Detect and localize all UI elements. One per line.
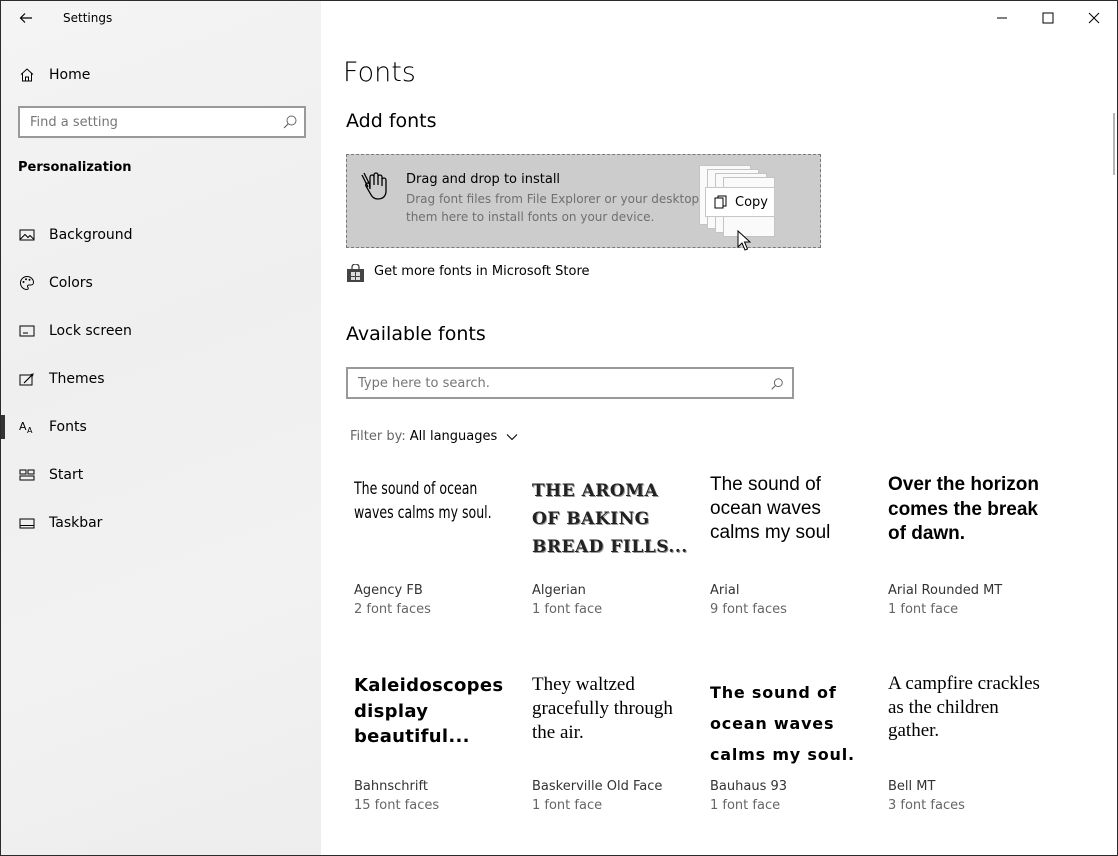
copy-label: Copy xyxy=(735,194,768,210)
language-filter-dropdown[interactable]: Filter by: All languages xyxy=(350,429,519,444)
sidebar-item-lock-screen[interactable]: Lock screen xyxy=(1,307,321,355)
font-name: Algerian xyxy=(532,583,586,598)
settings-window: Settings Home Personalization xyxy=(0,0,1118,856)
settings-search-input[interactable] xyxy=(20,109,270,135)
font-name: Arial xyxy=(710,583,740,598)
font-face-count: 2 font faces xyxy=(354,602,431,617)
search-icon[interactable] xyxy=(770,376,784,395)
font-sample: Over the horizon comes the break of dawn… xyxy=(888,474,1039,544)
sidebar-item-label: Fonts xyxy=(49,419,87,435)
copy-tooltip: Copy xyxy=(705,187,775,217)
font-tile-bell-mt[interactable]: A campfire crackles as the children gath… xyxy=(888,672,1058,832)
font-face-count: 1 font face xyxy=(710,798,781,813)
sidebar-item-label: Taskbar xyxy=(49,515,103,531)
lock-screen-icon xyxy=(18,322,36,340)
font-face-count: 1 font face xyxy=(888,602,959,617)
filter-label: Filter by: xyxy=(350,429,406,444)
sidebar-item-taskbar[interactable]: Taskbar xyxy=(1,499,321,547)
maximize-button[interactable] xyxy=(1025,1,1071,35)
font-face-count: 9 font faces xyxy=(710,602,787,617)
sidebar-item-label: Background xyxy=(49,227,133,243)
maximize-icon xyxy=(1042,12,1054,24)
sidebar-nav: Background Colors Lock screen Themes A A… xyxy=(1,211,321,547)
sidebar-item-colors[interactable]: Colors xyxy=(1,259,321,307)
font-face-count: 3 font faces xyxy=(888,798,965,813)
minimize-icon xyxy=(997,17,1007,19)
settings-search-box[interactable] xyxy=(18,106,306,138)
font-name: Bauhaus 93 xyxy=(710,779,788,794)
available-fonts-heading: Available fonts xyxy=(346,323,486,345)
add-fonts-heading: Add fonts xyxy=(346,110,437,132)
window-controls xyxy=(979,1,1117,35)
sidebar: Settings Home Personalization xyxy=(1,1,321,855)
svg-text:A: A xyxy=(19,420,27,433)
title-bar: Settings xyxy=(1,1,321,37)
back-arrow-icon xyxy=(19,13,32,23)
font-tile-bauhaus-93[interactable]: The sound of ocean waves calms my soul. … xyxy=(710,677,880,837)
font-face-count: 1 font face xyxy=(532,602,603,617)
font-face-count: 1 font face xyxy=(532,798,603,813)
font-search-input[interactable] xyxy=(348,369,748,397)
font-name: Bahnschrift xyxy=(354,779,428,794)
font-name: Baskerville Old Face xyxy=(532,779,663,794)
taskbar-icon xyxy=(18,514,36,532)
app-title: Settings xyxy=(63,11,113,25)
page-title: Fonts xyxy=(343,57,416,88)
sidebar-item-label: Colors xyxy=(49,275,93,291)
sidebar-item-start[interactable]: Start xyxy=(1,451,321,499)
store-icon xyxy=(347,263,364,282)
font-search-box[interactable] xyxy=(346,367,794,399)
filter-value: All languages xyxy=(409,429,498,444)
font-sample: A campfire crackles as the children gath… xyxy=(888,673,1040,741)
main-content: Fonts Add fonts Drag and drop to install… xyxy=(321,1,1117,855)
font-sample: They waltzed gracefully through the air. xyxy=(532,674,673,743)
palette-icon xyxy=(18,274,36,292)
sidebar-item-label: Lock screen xyxy=(49,323,132,339)
home-nav-item[interactable]: Home xyxy=(1,59,321,91)
chevron-down-icon xyxy=(506,433,518,440)
back-button[interactable] xyxy=(11,5,41,31)
font-name: Bell MT xyxy=(888,779,936,794)
svg-text:A: A xyxy=(27,426,33,435)
search-icon[interactable] xyxy=(282,114,298,130)
font-name: Agency FB xyxy=(354,583,423,598)
font-sample: THE AROMA OF BAKING BREAD FILLS... xyxy=(532,481,688,557)
sidebar-item-label: Start xyxy=(49,467,84,483)
copy-icon xyxy=(714,195,727,209)
font-tile-arial-rounded-mt[interactable]: Over the horizon comes the break of dawn… xyxy=(888,473,1058,633)
sidebar-item-label: Themes xyxy=(49,371,105,387)
font-tile-algerian[interactable]: THE AROMA OF BAKING BREAD FILLS... Alger… xyxy=(532,477,702,637)
close-icon xyxy=(1088,12,1100,24)
font-face-count: 15 font faces xyxy=(354,798,440,813)
scrollbar-thumb[interactable] xyxy=(1113,113,1115,175)
sidebar-item-themes[interactable]: Themes xyxy=(1,355,321,403)
drag-copy-preview: Copy xyxy=(699,165,781,237)
close-button[interactable] xyxy=(1071,1,1117,35)
font-sample: The sound of ocean waves calms my soul. xyxy=(354,479,492,523)
font-tile-bahnschrift[interactable]: Kaleidoscopes display beautiful... Bahns… xyxy=(354,673,524,833)
sidebar-item-background[interactable]: Background xyxy=(1,211,321,259)
fonts-icon: A A xyxy=(18,418,36,436)
font-sample: The sound of ocean waves calms my soul. xyxy=(710,683,855,764)
font-sample: Kaleidoscopes display beautiful... xyxy=(354,675,504,747)
start-icon xyxy=(18,466,36,484)
sidebar-item-fonts[interactable]: A A Fonts xyxy=(1,403,321,451)
font-tile-arial[interactable]: The sound of ocean waves calms my soul A… xyxy=(710,473,880,633)
minimize-button[interactable] xyxy=(979,1,1025,35)
drag-hand-icon xyxy=(360,167,394,201)
store-link-label: Get more fonts in Microsoft Store xyxy=(374,264,590,279)
home-icon xyxy=(18,66,36,84)
font-sample: The sound of ocean waves calms my soul xyxy=(710,474,831,543)
font-name: Arial Rounded MT xyxy=(888,583,1003,598)
mouse-cursor-icon xyxy=(737,230,751,251)
image-icon xyxy=(18,226,36,244)
font-tile-agency-fb[interactable]: The sound of ocean waves calms my soul. … xyxy=(354,477,524,637)
microsoft-store-link[interactable]: Get more fonts in Microsoft Store xyxy=(346,263,590,283)
drop-zone-title: Drag and drop to install xyxy=(406,172,561,187)
home-label: Home xyxy=(49,67,91,83)
themes-icon xyxy=(18,370,36,388)
section-title: Personalization xyxy=(18,160,132,175)
font-tile-baskerville-old-face[interactable]: They waltzed gracefully through the air.… xyxy=(532,673,702,833)
